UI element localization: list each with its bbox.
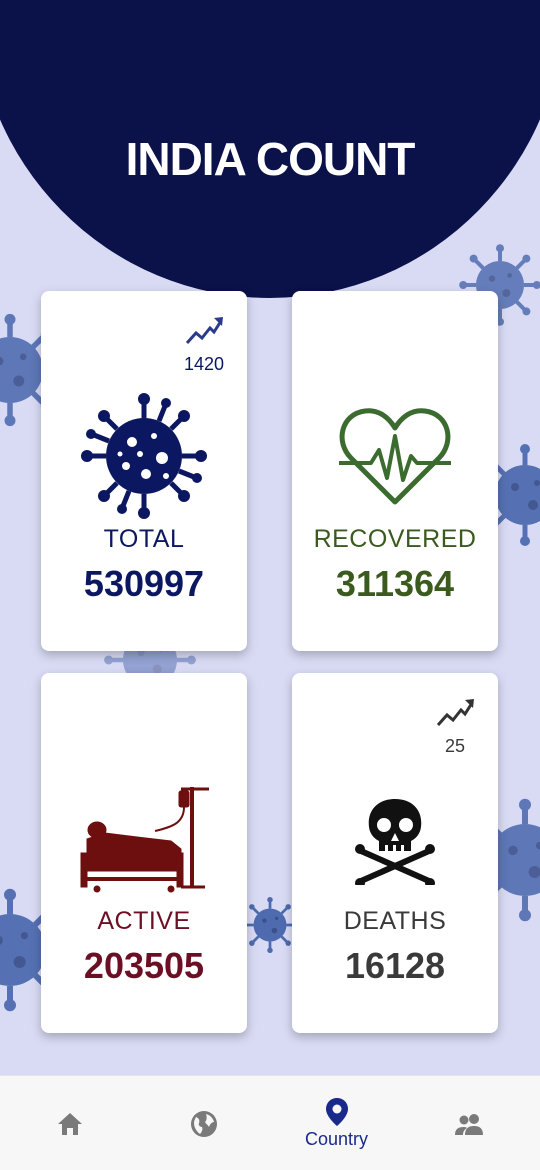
- location-pin-icon: [325, 1098, 348, 1126]
- deaths-label: DEATHS: [343, 907, 447, 935]
- people-icon: [454, 1113, 483, 1135]
- nav-country-label: Country: [304, 1129, 369, 1149]
- nav-people[interactable]: [401, 1076, 536, 1170]
- page-title: INDIA COUNT: [125, 133, 416, 185]
- deaths-trend: 25: [430, 695, 480, 757]
- active-value: 203505: [83, 945, 205, 986]
- globe-icon: [190, 1110, 217, 1137]
- total-trend-count: 1420: [183, 354, 225, 374]
- active-label: ACTIVE: [97, 907, 191, 935]
- active-card[interactable]: ACTIVE 203505: [41, 673, 247, 1033]
- home-icon: [57, 1112, 82, 1135]
- total-label: TOTAL: [103, 525, 185, 553]
- deaths-card[interactable]: 25 DEATHS 16128: [292, 673, 498, 1033]
- bottom-navigation: Country: [0, 1075, 540, 1170]
- recovered-label: RECOVERED: [313, 525, 477, 553]
- trending-up-icon: [436, 699, 474, 727]
- heartbeat-icon: [339, 408, 451, 505]
- nav-home[interactable]: [2, 1076, 137, 1170]
- trending-up-icon: [185, 317, 223, 345]
- hospital-patient-icon: [80, 787, 209, 893]
- total-value: 530997: [83, 563, 205, 604]
- total-trend: 1420: [179, 313, 229, 375]
- total-card[interactable]: 1420 TOTAL 530997: [41, 291, 247, 651]
- virus-icon: [81, 393, 207, 519]
- recovered-card[interactable]: RECOVERED 311364: [292, 291, 498, 651]
- skull-crossbones-icon: [355, 799, 435, 885]
- deaths-value: 16128: [344, 945, 446, 986]
- recovered-value: 311364: [335, 563, 455, 604]
- nav-country[interactable]: Country: [269, 1076, 404, 1170]
- nav-global[interactable]: [136, 1076, 271, 1170]
- deaths-trend-count: 25: [444, 736, 466, 756]
